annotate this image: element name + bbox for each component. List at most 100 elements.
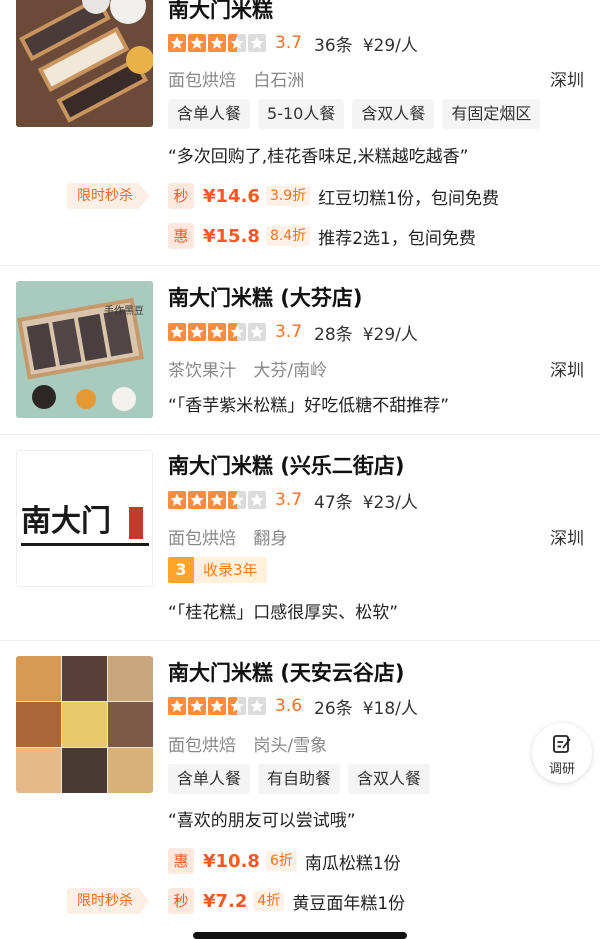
years-label: 收录3年 — [194, 557, 267, 583]
star-icon — [188, 34, 206, 52]
shop-thumbnail[interactable] — [16, 656, 153, 793]
brand-logo: 南大门 — [21, 504, 111, 539]
rating-row: 3.6 26条 ¥18/人 — [168, 695, 418, 719]
star-rating — [168, 491, 266, 509]
tag: 5-10人餐 — [258, 99, 345, 129]
tag: 含双人餐 — [352, 99, 435, 129]
deal-row[interactable]: 惠 ¥10.8 6折 南瓜松糕1份 — [168, 848, 401, 874]
shop-thumbnail[interactable] — [16, 0, 153, 127]
star-icon — [228, 491, 246, 509]
category: 面包烘焙 — [168, 736, 236, 756]
tag: 含双人餐 — [348, 764, 431, 794]
deal-text: 南瓜松糕1份 — [304, 853, 401, 874]
tag: 有自助餐 — [258, 764, 341, 794]
deal-price: ¥15.8 — [203, 225, 260, 247]
tag-list: 含单人餐 有自助餐 含双人餐 — [168, 764, 431, 794]
rating-row: 3.7 36条 ¥29/人 — [168, 32, 418, 56]
city: 深圳 — [550, 71, 584, 91]
tag: 含单人餐 — [168, 764, 251, 794]
rating-score: 3.7 — [275, 33, 303, 53]
review-quote: “「香芋紫米松糕」好吃低糖不甜推荐” — [168, 396, 450, 416]
star-icon — [248, 697, 266, 715]
thumb-label: 手作黑豆 — [104, 304, 144, 317]
star-rating — [168, 323, 266, 341]
deal-price: ¥10.8 — [203, 850, 260, 872]
discount-deal-badge: 惠 — [168, 223, 194, 249]
survey-button[interactable]: 调研 — [532, 723, 592, 783]
star-icon — [208, 323, 226, 341]
area: 岗头/雪象 — [253, 736, 328, 756]
shop-name[interactable]: 南大门米糕 — [168, 0, 273, 24]
review-quote: “喜欢的朋友可以尝试哦” — [168, 811, 356, 831]
tag: 有固定烟区 — [442, 99, 541, 129]
category: 茶饮果汁 — [168, 361, 236, 381]
star-icon — [208, 697, 226, 715]
deal-price: ¥7.2 — [203, 890, 248, 912]
deal-discount: 4折 — [253, 891, 285, 911]
deal-discount: 3.9折 — [265, 186, 311, 206]
review-count: 26条 — [314, 698, 353, 719]
deal-row[interactable]: 惠 ¥15.8 8.4折 推荐2选1，包间免费 — [168, 223, 476, 249]
deal-price: ¥14.6 — [203, 185, 260, 207]
star-icon — [168, 491, 186, 509]
star-icon — [168, 323, 186, 341]
shop-name[interactable]: 南大门米糕 (兴乐二街店) — [168, 450, 405, 480]
star-rating — [168, 697, 266, 715]
avg-price: ¥18/人 — [362, 698, 418, 719]
listed-years-badge: 3 收录3年 — [168, 557, 267, 583]
review-count: 36条 — [314, 35, 353, 56]
meta-row: 面包烘焙 岗头/雪象 — [168, 731, 584, 756]
avg-price: ¥29/人 — [362, 324, 418, 345]
meta-row: 茶饮果汁 大芬/南岭 深圳 — [168, 356, 584, 381]
star-icon — [188, 697, 206, 715]
avg-price: ¥23/人 — [362, 492, 418, 513]
area: 白石洲 — [253, 71, 305, 91]
divider — [0, 265, 600, 266]
deal-row[interactable]: 秒 ¥14.6 3.9折 红豆切糕1份，包间免费 — [168, 183, 499, 209]
survey-label: 调研 — [548, 762, 575, 777]
category: 面包烘焙 — [168, 71, 236, 91]
tag-list: 含单人餐 5-10人餐 含双人餐 有固定烟区 — [168, 99, 541, 129]
review-count: 47条 — [314, 492, 353, 513]
star-icon — [228, 323, 246, 341]
city: 深圳 — [550, 529, 584, 549]
star-rating — [168, 34, 266, 52]
deal-text: 红豆切糕1份，包间免费 — [318, 188, 500, 209]
tag: 含单人餐 — [168, 99, 251, 129]
rating-score: 3.7 — [275, 322, 303, 342]
shop-name[interactable]: 南大门米糕 (天安云谷店) — [168, 657, 405, 687]
divider — [0, 640, 600, 641]
rating-score: 3.6 — [275, 696, 303, 716]
deal-text: 推荐2选1，包间免费 — [318, 228, 476, 249]
shop-thumbnail[interactable]: 南大门 — [16, 450, 153, 587]
review-quote: “「桂花糕」口感很厚实、松软” — [168, 603, 399, 623]
meta-row: 面包烘焙 翻身 深圳 — [168, 524, 584, 549]
area: 大芬/南岭 — [253, 361, 328, 381]
shop-name[interactable]: 南大门米糕 (大芬店) — [168, 282, 363, 312]
star-icon — [168, 697, 186, 715]
discount-deal-badge: 惠 — [168, 848, 194, 874]
flash-sale-label: 限时秒杀 — [67, 183, 149, 209]
category: 面包烘焙 — [168, 529, 236, 549]
star-icon — [228, 34, 246, 52]
home-indicator[interactable] — [193, 932, 407, 939]
deal-row[interactable]: 秒 ¥7.2 4折 黄豆面年糕1份 — [168, 888, 405, 914]
avg-price: ¥29/人 — [362, 35, 418, 56]
star-icon — [248, 323, 266, 341]
star-icon — [248, 491, 266, 509]
area: 翻身 — [253, 529, 288, 549]
star-icon — [208, 491, 226, 509]
rating-row: 3.7 47条 ¥23/人 — [168, 489, 418, 513]
star-icon — [188, 491, 206, 509]
rating-score: 3.7 — [275, 490, 303, 510]
flash-deal-badge: 秒 — [168, 183, 194, 209]
star-icon — [168, 34, 186, 52]
divider — [0, 434, 600, 435]
review-quote: “多次回购了,桂花香味足,米糕越吃越香” — [168, 147, 469, 167]
shop-thumbnail[interactable]: 手作黑豆 — [16, 281, 153, 418]
review-count: 28条 — [314, 324, 353, 345]
flash-deal-badge: 秒 — [168, 888, 194, 914]
star-icon — [248, 34, 266, 52]
years-number: 3 — [168, 557, 194, 583]
meta-row: 面包烘焙 白石洲 深圳 — [168, 66, 584, 91]
